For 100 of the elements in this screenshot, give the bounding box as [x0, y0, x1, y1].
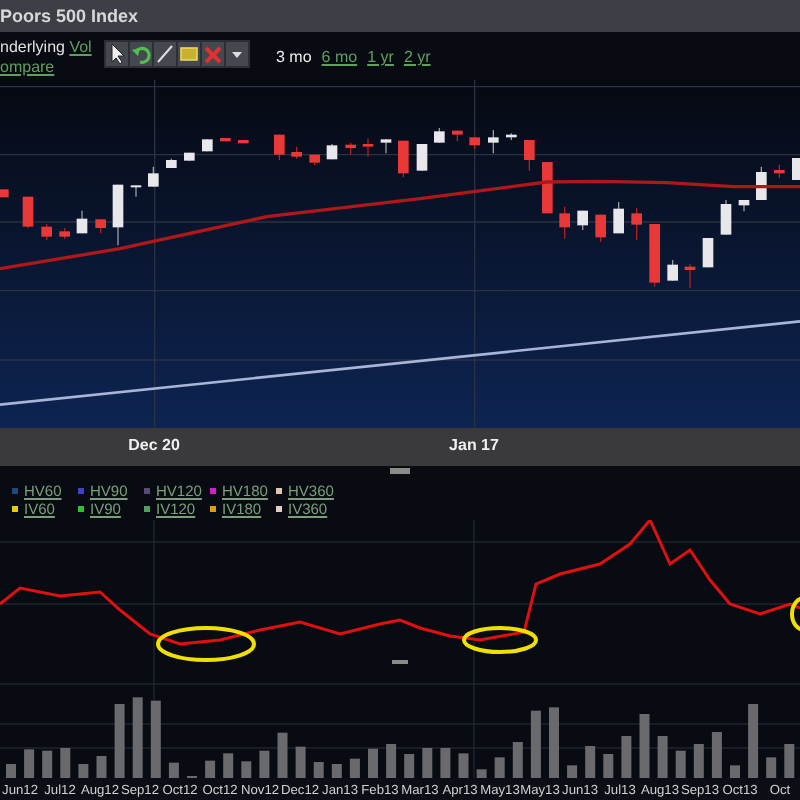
candle	[595, 214, 606, 243]
candle	[59, 227, 70, 240]
candle	[345, 142, 356, 156]
candle	[22, 196, 34, 229]
period-tab[interactable]: 1 yr	[367, 48, 394, 66]
candle	[112, 184, 124, 246]
delete-icon	[202, 42, 224, 66]
volume-bar	[277, 732, 288, 778]
volume-bar	[458, 753, 469, 778]
highlight-ellipse	[156, 626, 256, 662]
rectangle-icon	[178, 42, 200, 66]
candle	[469, 136, 480, 150]
candle	[238, 139, 249, 144]
candle	[613, 201, 624, 234]
volume-bar	[313, 762, 324, 778]
candle	[95, 218, 106, 234]
volume-bar	[621, 736, 632, 778]
line-icon	[154, 42, 176, 66]
candle	[684, 263, 696, 289]
volume-bar	[440, 748, 451, 778]
view-link[interactable]: Vol	[69, 38, 92, 56]
candle	[76, 210, 88, 234]
volume-bar	[404, 754, 415, 778]
volume-bar	[295, 746, 306, 778]
volume-bar	[494, 757, 505, 778]
volume-bar	[386, 744, 397, 778]
volume-bar	[223, 753, 234, 778]
volume-bar	[150, 700, 161, 778]
candle	[309, 154, 320, 166]
period-tab[interactable]: 6 mo	[321, 48, 358, 66]
candle	[774, 164, 785, 179]
pointer-icon	[106, 42, 128, 66]
candle	[362, 138, 374, 158]
candle	[41, 223, 52, 241]
candle	[380, 138, 392, 154]
undo-button[interactable]	[130, 42, 152, 66]
volume-bar	[6, 764, 16, 778]
candle	[130, 184, 142, 198]
candle	[577, 210, 588, 231]
candle	[148, 166, 159, 188]
volume-bar	[114, 704, 125, 778]
volume-bar	[78, 764, 89, 778]
period-tab[interactable]: 2 yr	[403, 48, 431, 66]
candle	[702, 237, 714, 268]
splitter-handle[interactable]	[392, 660, 408, 664]
volume-bar	[42, 750, 53, 778]
volume-bar	[585, 746, 596, 778]
candle	[649, 223, 660, 288]
volume-bar	[603, 754, 614, 778]
rectangle-button[interactable]	[178, 42, 200, 66]
candle	[184, 152, 195, 162]
volume-bar	[657, 736, 668, 778]
volume-bar	[711, 732, 722, 778]
volume-bar	[24, 749, 35, 778]
volume-bar	[168, 762, 179, 778]
candle	[202, 138, 213, 152]
period-tab[interactable]: 3 mo	[276, 48, 312, 66]
volume-bar	[512, 742, 523, 778]
candle	[416, 143, 428, 172]
volume-bar	[331, 764, 342, 778]
candle	[559, 206, 570, 240]
volume-bar	[567, 765, 578, 778]
volume-bar	[96, 756, 107, 778]
volume-bar	[422, 748, 433, 778]
view-link[interactable]: ompare	[0, 58, 55, 76]
candle	[291, 146, 302, 160]
volume-bar	[60, 748, 71, 778]
candle	[274, 134, 285, 161]
volume-bar	[476, 769, 487, 778]
candle	[0, 188, 9, 198]
candle	[738, 199, 750, 212]
volume-bar	[368, 748, 378, 778]
candle	[756, 166, 767, 201]
axis-label: Jan 17	[449, 436, 499, 454]
volume-bar	[639, 714, 650, 778]
volume-bar	[748, 704, 759, 778]
candle	[220, 137, 231, 142]
candle	[631, 207, 642, 241]
candle	[720, 199, 732, 236]
line-button[interactable]	[154, 42, 176, 66]
volume-bar	[205, 760, 216, 778]
window-title: Poors 500 Index	[0, 4, 141, 30]
candle	[667, 259, 678, 282]
candle	[166, 158, 177, 169]
volume-bar	[675, 750, 686, 778]
candle	[434, 127, 445, 144]
candle	[326, 143, 338, 160]
volume-bar	[784, 744, 795, 778]
undo-icon	[130, 42, 152, 66]
caret-button[interactable]	[226, 42, 248, 66]
underlying-label: nderlying	[0, 38, 65, 56]
volume-bar	[241, 761, 252, 778]
volume-bar	[259, 750, 270, 778]
axis-label: Dec 20	[128, 436, 180, 454]
volume-bar	[693, 744, 704, 778]
pointer-button[interactable]	[106, 42, 128, 66]
splitter-handle[interactable]	[390, 468, 410, 474]
volume-bar	[549, 707, 559, 778]
volume-bar	[132, 697, 143, 778]
candle	[488, 129, 499, 154]
